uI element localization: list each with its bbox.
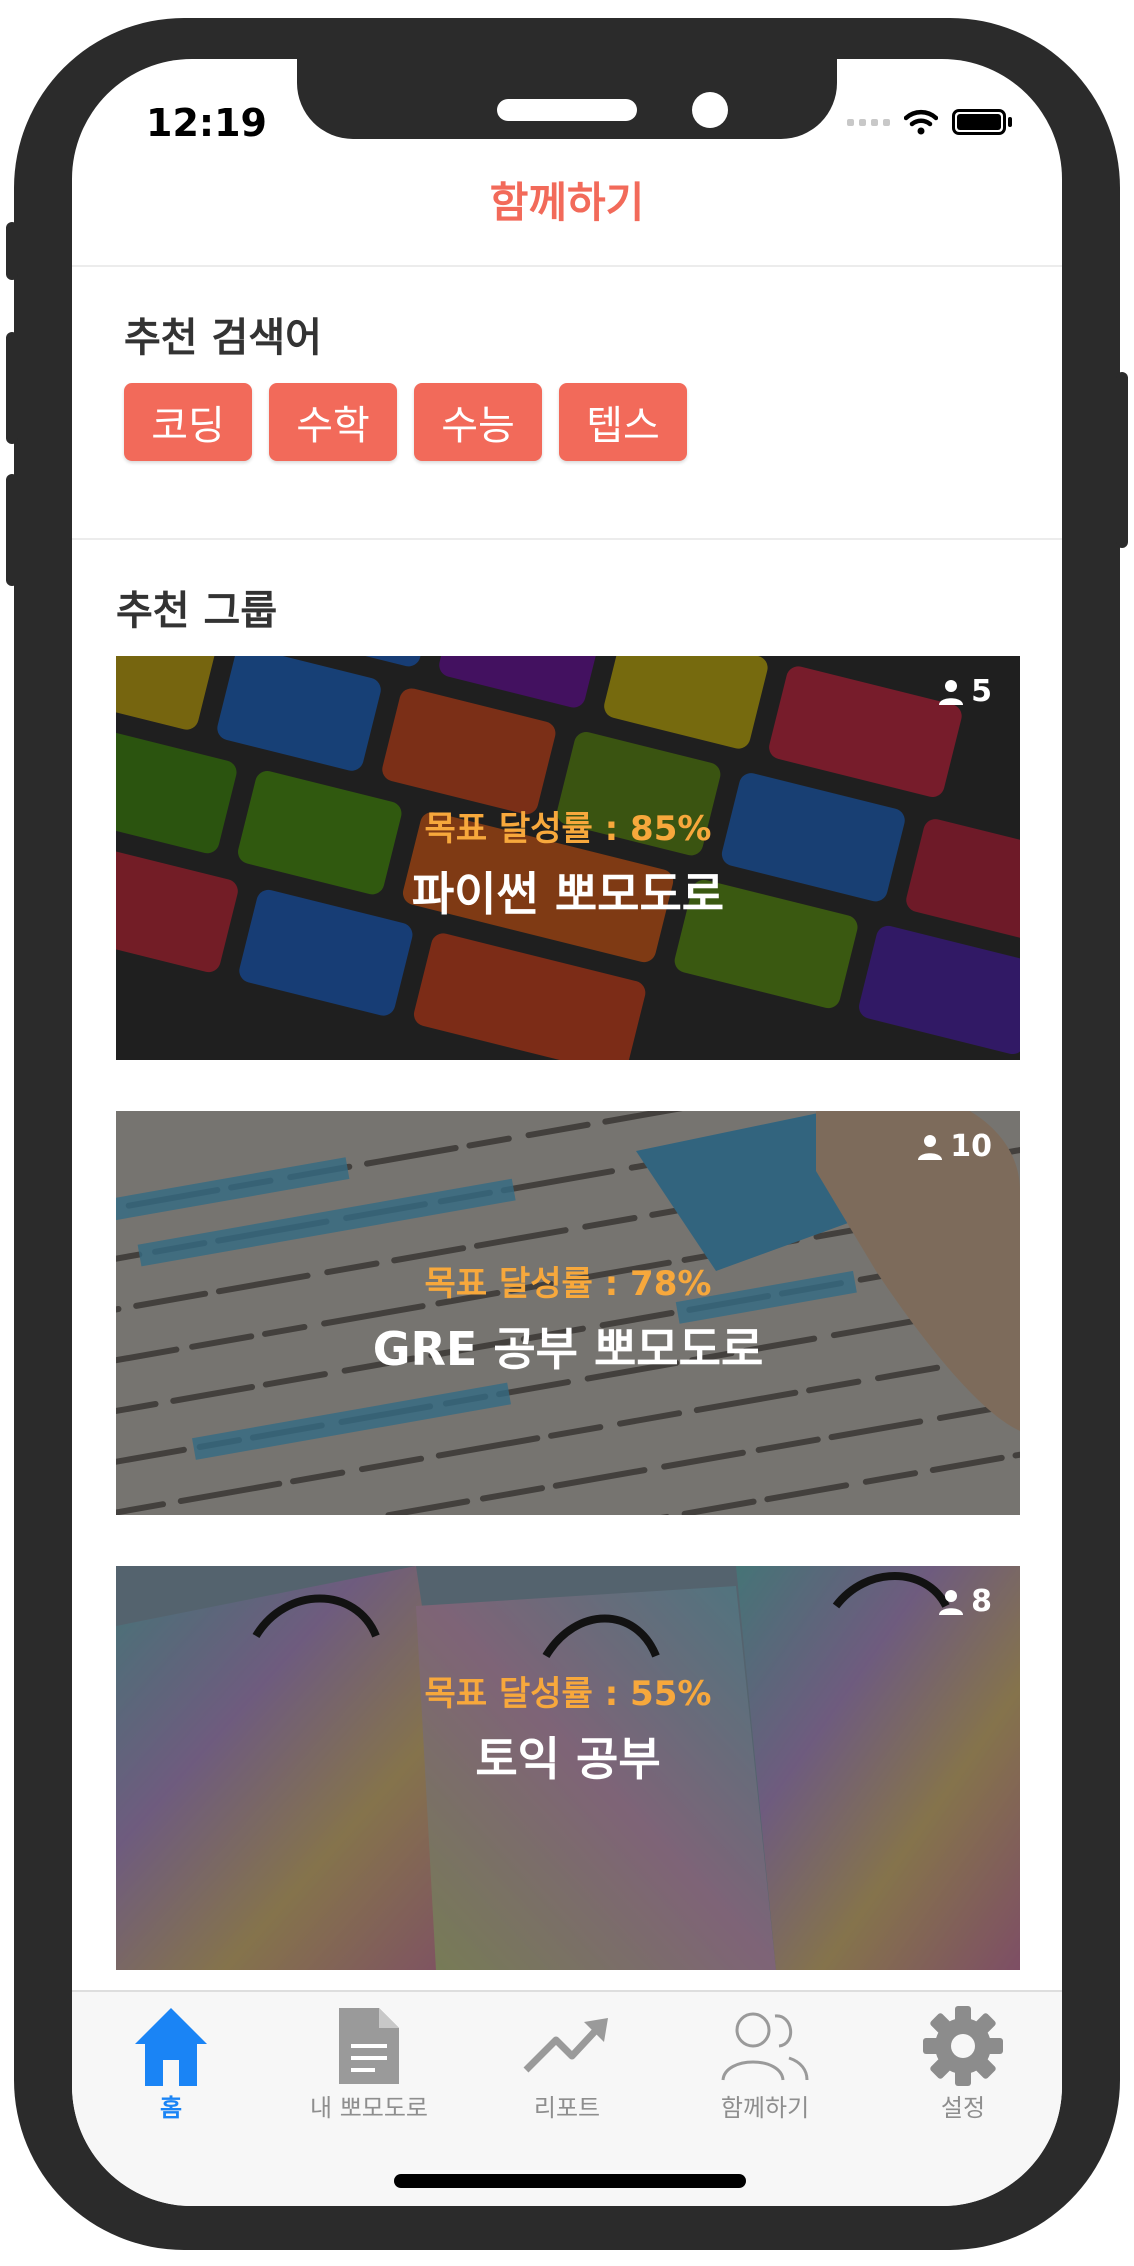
person-icon [939, 1589, 964, 1615]
tab-label: 설정 [940, 2094, 986, 2122]
group-card[interactable]: 10 목표 달성률 : 78% GRE 공부 뽀모도로 [116, 1111, 1020, 1515]
tab-settings[interactable]: 설정 [864, 1992, 1062, 2122]
tab-report[interactable]: 리포트 [468, 1992, 666, 2122]
keyword-chips: 코딩 수학 수능 텝스 [124, 383, 687, 461]
header-divider [72, 265, 1062, 267]
keyword-chip[interactable]: 수학 [269, 383, 397, 461]
signal-icon [847, 118, 890, 126]
group-name: 파이썬 뽀모도로 [411, 867, 725, 921]
camera [692, 92, 728, 128]
recommended-search-title: 추천 검색어 [124, 315, 322, 361]
tab-my-pomodoro[interactable]: 내 뽀모도로 [270, 1992, 468, 2122]
home-indicator [394, 2174, 746, 2188]
keyword-chip[interactable]: 수능 [414, 383, 542, 461]
tab-label: 리포트 [533, 2094, 601, 2122]
recommended-groups-title: 추천 그룹 [116, 588, 278, 634]
person-icon [918, 1134, 943, 1160]
card-text: 목표 달성률 : 55% 토익 공부 [116, 1666, 1020, 1789]
page-title: 함께하기 [489, 178, 645, 227]
people-icon [721, 2012, 809, 2081]
tab-label: 홈 [159, 2094, 183, 2122]
person-icon [939, 679, 964, 705]
member-count: 10 [916, 1129, 992, 1164]
volume-up-button [6, 332, 18, 444]
status-icons [847, 109, 1012, 135]
tab-together[interactable]: 함께하기 [666, 1992, 864, 2122]
member-count: 5 [937, 674, 992, 709]
section-divider [72, 538, 1062, 540]
keyword-chip[interactable]: 코딩 [124, 383, 252, 461]
speaker [497, 99, 637, 121]
group-name: GRE 공부 뽀모도로 [372, 1322, 764, 1376]
wifi-icon [904, 109, 938, 135]
member-count-value: 8 [971, 1584, 992, 1619]
member-count-value: 10 [950, 1129, 992, 1164]
power-button [1116, 372, 1128, 548]
group-card[interactable]: 5 목표 달성률 : 85% 파이썬 뽀모도로 [116, 656, 1020, 1060]
card-text: 목표 달성률 : 85% 파이썬 뽀모도로 [116, 801, 1020, 924]
screen: 12:19 함께하기 추천 검색어 코딩 수학 수능 텝스 추천 그룹 5 목표… [72, 59, 1062, 2206]
home-icon [135, 2008, 207, 2086]
mute-switch [6, 222, 18, 280]
volume-down-button [6, 474, 18, 586]
document-icon [339, 2008, 399, 2084]
group-card[interactable]: 8 목표 달성률 : 55% 토익 공부 [116, 1566, 1020, 1970]
keyword-chip[interactable]: 텝스 [559, 383, 687, 461]
trend-icon [523, 2018, 608, 2073]
goal-rate: 목표 달성률 : 55% [424, 1674, 712, 1714]
status-time: 12:19 [146, 101, 267, 145]
member-count: 8 [937, 1584, 992, 1619]
goal-rate: 목표 달성률 : 85% [424, 809, 712, 849]
battery-icon [952, 109, 1012, 135]
group-name: 토익 공부 [475, 1732, 661, 1786]
gear-icon [923, 2006, 1003, 2086]
tab-label: 내 뽀모도로 [309, 2094, 429, 2122]
notch [297, 59, 837, 139]
tab-home[interactable]: 홈 [72, 1992, 270, 2122]
member-count-value: 5 [971, 674, 992, 709]
tab-label: 함께하기 [720, 2094, 810, 2122]
goal-rate: 목표 달성률 : 78% [424, 1264, 712, 1304]
card-text: 목표 달성률 : 78% GRE 공부 뽀모도로 [116, 1256, 1020, 1379]
